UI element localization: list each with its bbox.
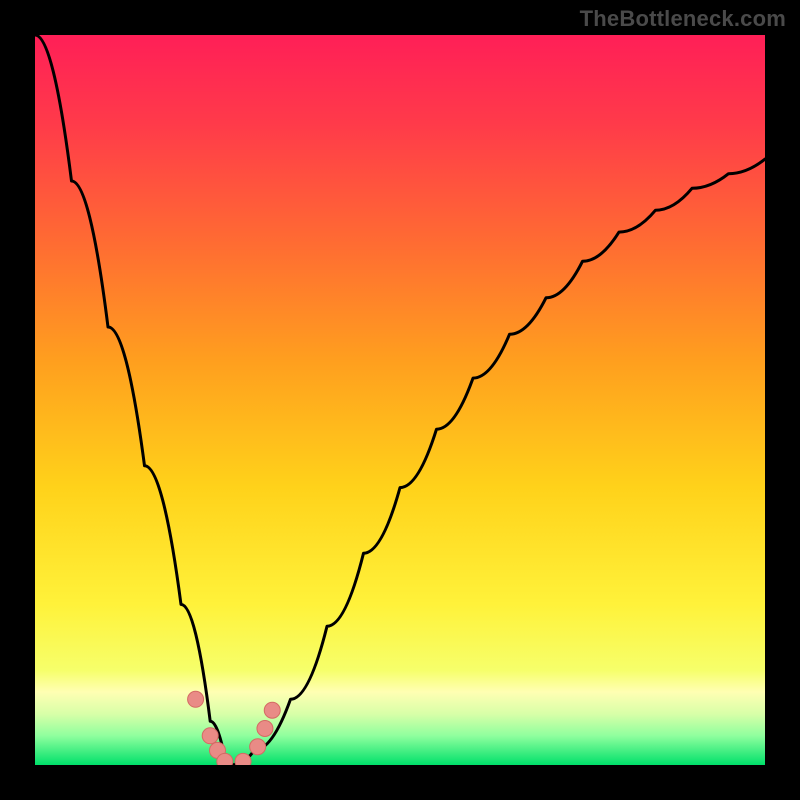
watermark-text: TheBottleneck.com <box>580 6 786 32</box>
plot-area <box>35 35 765 765</box>
marker-dot <box>202 728 218 744</box>
bottleneck-chart <box>35 35 765 765</box>
marker-dot <box>188 691 204 707</box>
marker-dot <box>250 739 266 755</box>
marker-dot <box>257 721 273 737</box>
gradient-background <box>35 35 765 765</box>
marker-dot <box>217 753 233 765</box>
chart-frame: TheBottleneck.com <box>0 0 800 800</box>
marker-dot <box>235 753 251 765</box>
marker-dot <box>264 702 280 718</box>
